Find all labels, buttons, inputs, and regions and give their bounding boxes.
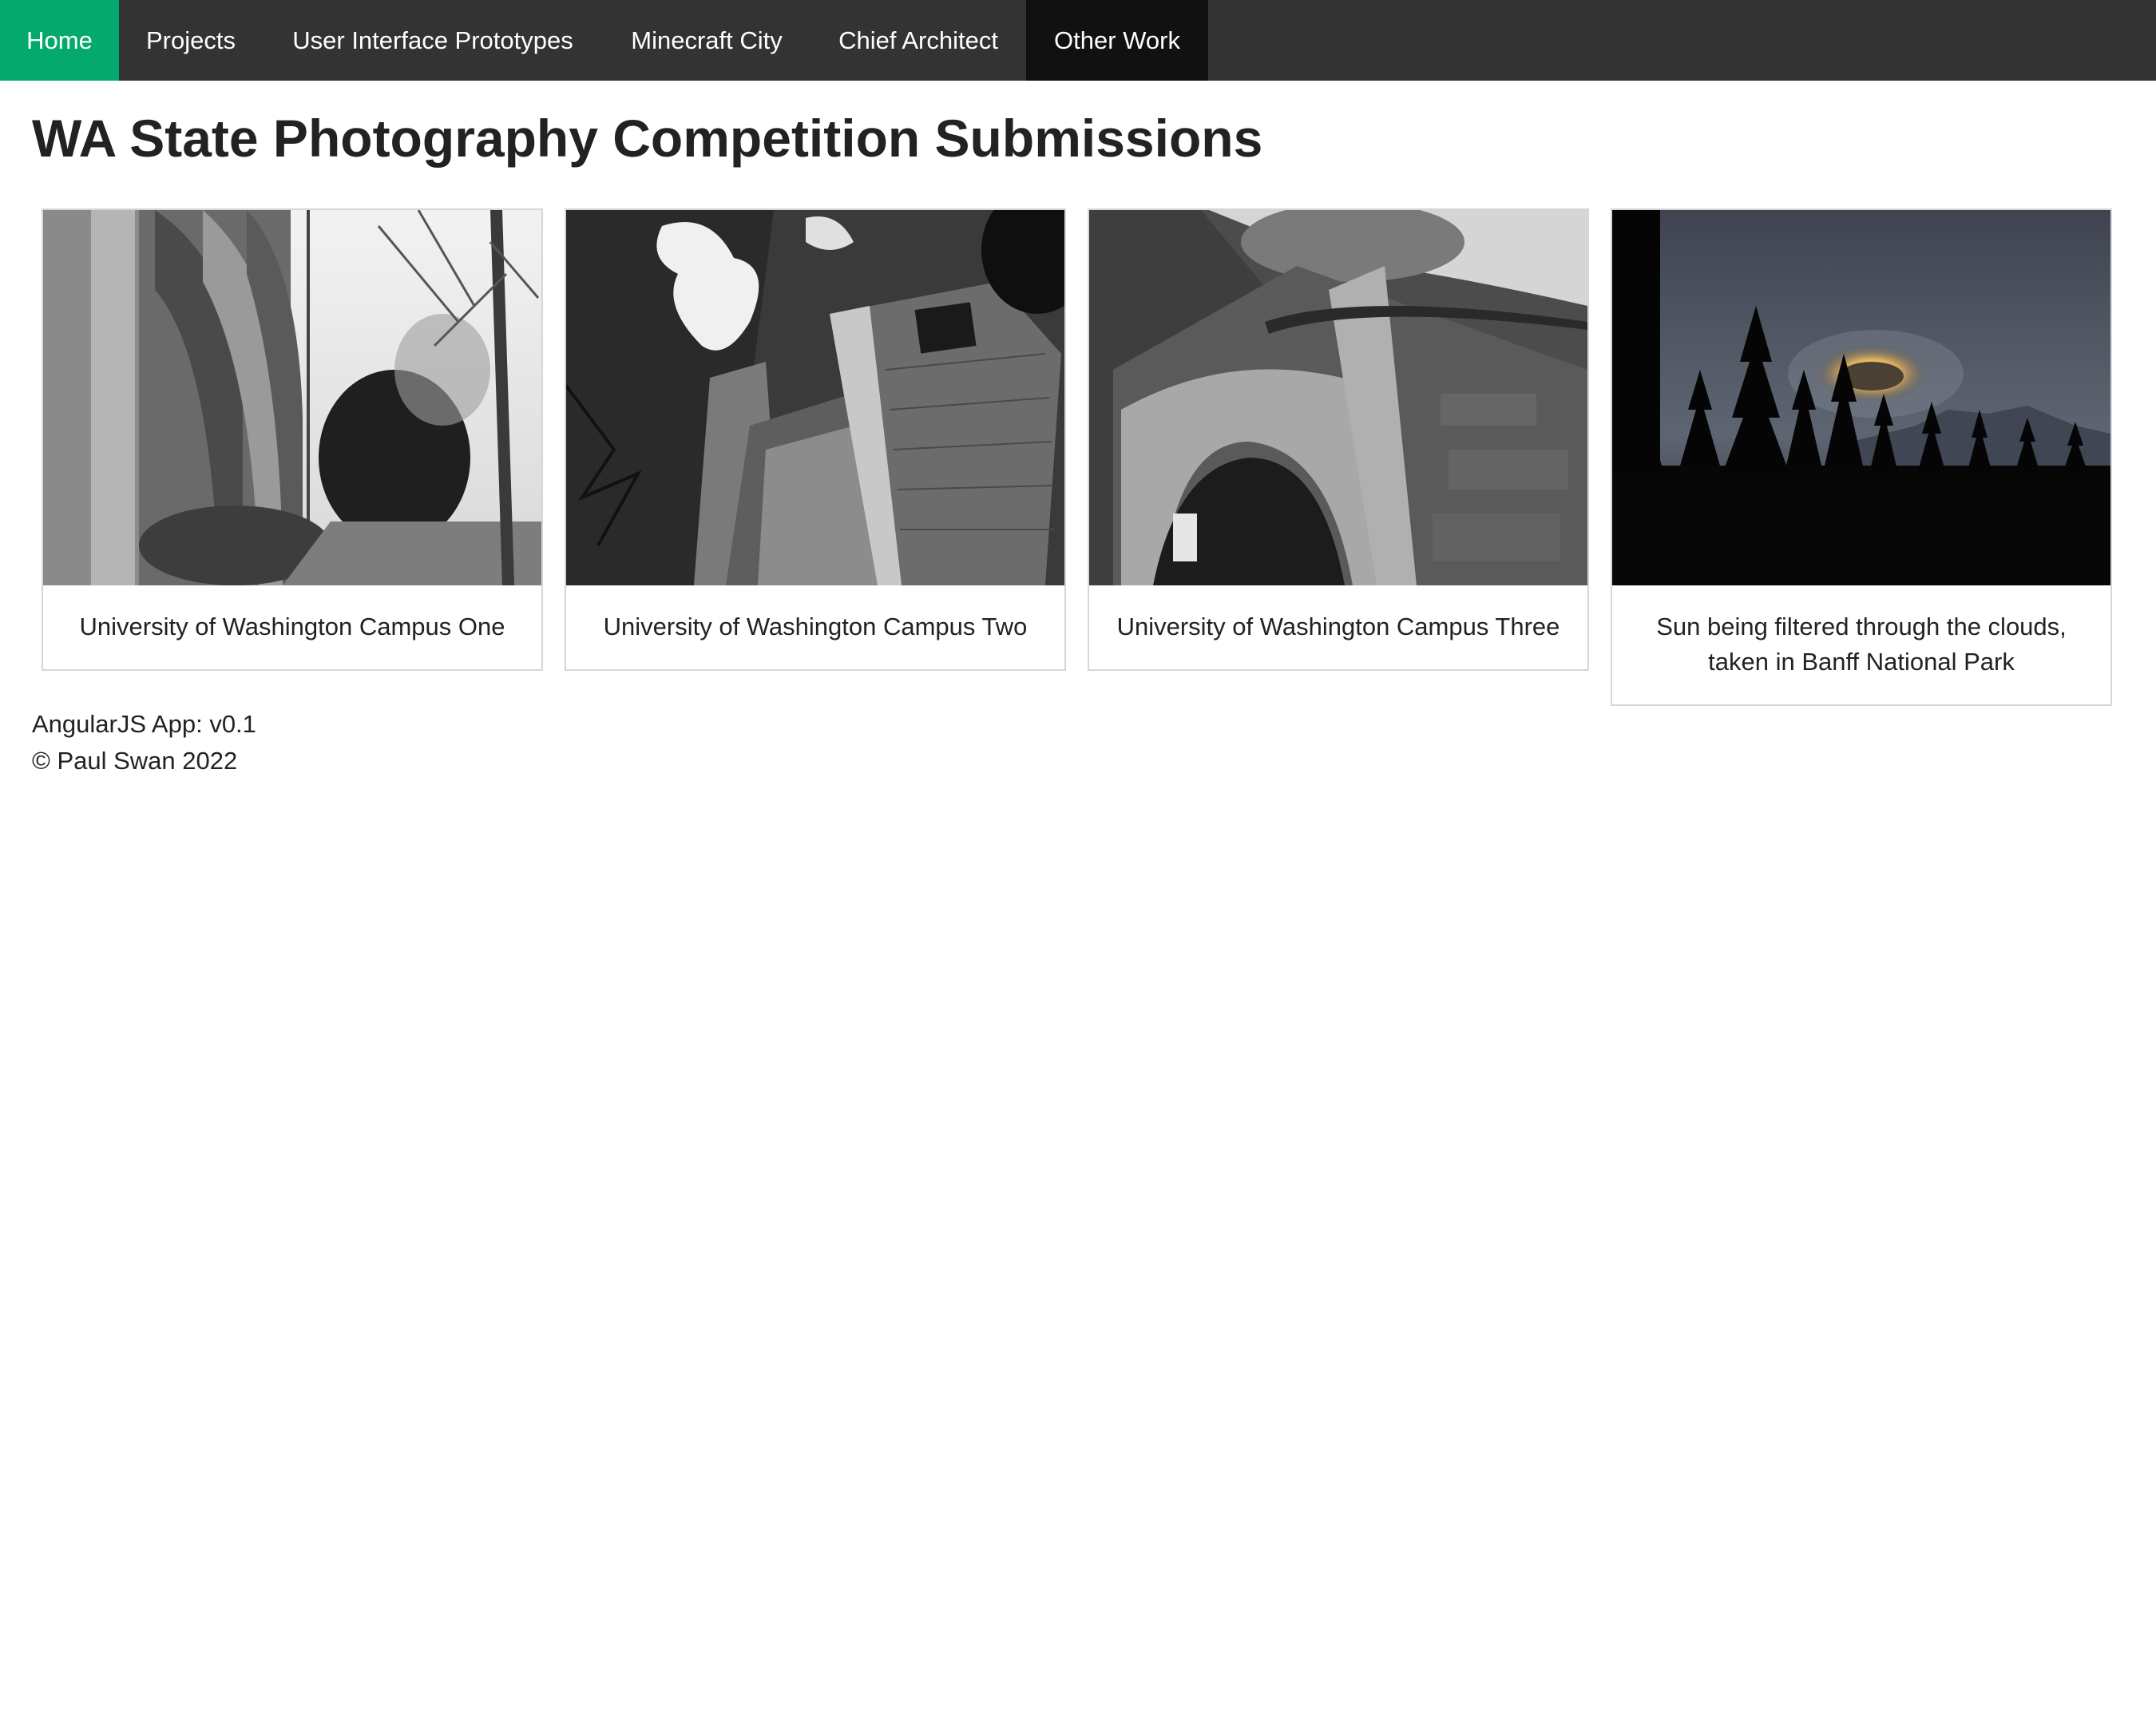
gallery-card-campus-one[interactable]: University of Washington Campus One	[42, 208, 543, 671]
page-title: WA State Photography Competition Submiss…	[32, 109, 1263, 168]
gallery-card-campus-three[interactable]: University of Washington Campus Three	[1088, 208, 1589, 671]
banff-caption: Sun being filtered through the clouds, t…	[1656, 613, 2067, 676]
nav-chief-architect-link[interactable]: Chief Architect	[810, 0, 1026, 81]
nav-ui-prototypes-link[interactable]: User Interface Prototypes	[263, 0, 603, 81]
footer: AngularJS App: v0.1 © Paul Swan 2022	[32, 706, 256, 779]
campus-one-photo[interactable]	[43, 210, 541, 585]
top-navigation-bar: Home Projects User Interface Prototypes …	[0, 0, 2156, 81]
campus-three-caption: University of Washington Campus Three	[1116, 613, 1560, 640]
gallery-card-banff[interactable]: Sun being filtered through the clouds, t…	[1611, 208, 2112, 706]
banff-photo[interactable]	[1612, 210, 2110, 585]
nav-minecraft-city-link[interactable]: Minecraft City	[603, 0, 810, 81]
nav-home-link[interactable]: Home	[0, 0, 119, 81]
gallery-card-campus-two[interactable]: University of Washington Campus Two	[565, 208, 1066, 671]
app-version-text: AngularJS App: v0.1	[32, 710, 256, 738]
campus-two-photo[interactable]	[566, 210, 1064, 585]
campus-two-caption: University of Washington Campus Two	[603, 613, 1028, 640]
campus-one-caption: University of Washington Campus One	[79, 613, 505, 640]
nav-other-work-link[interactable]: Other Work	[1026, 0, 1208, 81]
campus-three-photo[interactable]	[1089, 210, 1587, 585]
nav-projects-link[interactable]: Projects	[119, 0, 263, 81]
copyright-text: © Paul Swan 2022	[32, 747, 238, 775]
